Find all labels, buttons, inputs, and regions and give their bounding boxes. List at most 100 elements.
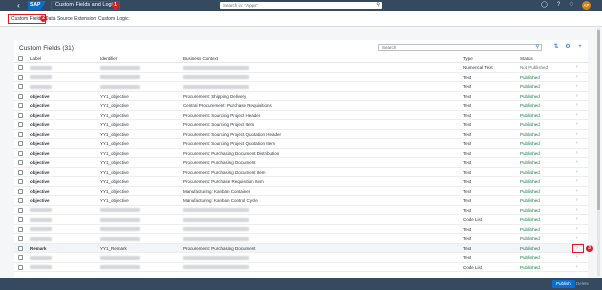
chevron-right-icon[interactable]: › xyxy=(576,225,578,234)
table-row[interactable]: Text Published › xyxy=(14,82,588,92)
chevron-right-icon[interactable]: › xyxy=(576,92,578,101)
search-icon[interactable]: ⚲ xyxy=(376,2,380,9)
row-checkbox[interactable] xyxy=(18,217,23,222)
column-header-status[interactable]: Status xyxy=(520,55,533,62)
cell-identifier: YY1_objective xyxy=(100,160,129,165)
chevron-right-icon[interactable]: › xyxy=(576,177,578,186)
row-checkbox[interactable] xyxy=(18,84,23,89)
table-row[interactable]: objective YY1_objective Procurement: Purch… xyxy=(14,168,588,177)
sap-logo[interactable]: SAP xyxy=(28,1,46,10)
help-icon[interactable]: ? xyxy=(555,2,562,9)
add-icon[interactable]: + xyxy=(576,43,584,51)
table-row[interactable]: Text Published › xyxy=(14,253,588,263)
row-checkbox[interactable] xyxy=(18,245,23,251)
row-checkbox[interactable] xyxy=(18,141,23,146)
table-row[interactable]: objective YY1_objective Central Procuremen… xyxy=(14,101,588,111)
cell-label: objective xyxy=(30,198,50,203)
chevron-right-icon[interactable]: › xyxy=(576,253,578,262)
gear-icon[interactable]: ⚙ xyxy=(564,43,572,51)
table-row[interactable]: objective YY1_objective Procurement: Sourc… xyxy=(14,139,588,149)
table-row[interactable]: objective YY1_objective Manufacturing: Kan… xyxy=(14,196,588,206)
column-header-business-context[interactable]: Business Context xyxy=(183,55,218,62)
chevron-right-icon[interactable]: › xyxy=(576,63,578,72)
row-checkbox[interactable] xyxy=(18,255,23,260)
cell-label: objective xyxy=(30,103,50,108)
table-row[interactable]: objective YY1_objective Procurement: Sourc… xyxy=(14,130,588,139)
cell-business-context: Procurement: Purchasing Document xyxy=(183,160,256,165)
sort-icon[interactable]: ⇅ xyxy=(552,43,560,51)
table-row[interactable]: objective YY1_objective Procurement: Sourc… xyxy=(14,120,588,130)
search-icon[interactable]: ⚲ xyxy=(535,44,539,50)
chevron-right-icon[interactable]: › xyxy=(576,263,578,272)
table-row[interactable]: objective YY1_objective Procurement: Purch… xyxy=(14,149,588,158)
chevron-right-icon[interactable]: › xyxy=(576,158,578,167)
annotation-marker-1: 1 xyxy=(112,2,119,9)
row-checkbox[interactable] xyxy=(18,74,23,80)
table-row[interactable]: objective YY1_objective Procurement: Sourc… xyxy=(14,111,588,120)
tab-bar: Custom Fields 2 Data Source Extension Cu… xyxy=(0,11,602,27)
table-row[interactable]: Text Published › xyxy=(14,234,588,244)
chevron-right-icon[interactable]: › xyxy=(576,187,578,196)
tab-data-source-extension[interactable]: Data Source Extension xyxy=(45,16,96,22)
row-checkbox[interactable] xyxy=(18,226,23,232)
row-checkbox[interactable] xyxy=(18,112,23,118)
row-checkbox[interactable] xyxy=(18,93,23,99)
bulb-icon[interactable]: ◯ xyxy=(541,2,548,9)
chevron-right-icon[interactable]: › xyxy=(576,168,578,177)
chevron-right-icon[interactable]: › xyxy=(576,234,578,243)
table-row[interactable]: objective YY1_objective Procurement: Purch… xyxy=(14,158,588,168)
chevron-right-icon[interactable]: › xyxy=(576,111,578,120)
chevron-right-icon[interactable]: › xyxy=(576,139,578,148)
redacted-business-context xyxy=(183,236,249,241)
chevron-right-icon[interactable]: › xyxy=(576,244,578,253)
row-checkbox[interactable] xyxy=(18,169,23,175)
chevron-right-icon[interactable]: › xyxy=(576,206,578,215)
app-title[interactable]: Custom Fields and Logic xyxy=(51,1,120,10)
chevron-right-icon[interactable]: › xyxy=(576,120,578,129)
chevron-right-icon[interactable]: › xyxy=(576,101,578,110)
row-checkbox[interactable] xyxy=(18,122,23,127)
scrollbar-thumb[interactable] xyxy=(597,30,600,210)
row-checkbox[interactable] xyxy=(18,198,23,203)
column-header-type[interactable]: Type xyxy=(463,55,473,62)
bell-icon[interactable]: ♢ xyxy=(568,2,575,9)
table-row[interactable]: objective YY1_objective Procurement: Purch… xyxy=(14,177,588,187)
row-checkbox[interactable] xyxy=(18,131,23,137)
avatar[interactable]: AP xyxy=(582,1,591,10)
column-header-label[interactable]: Label xyxy=(30,55,41,62)
tab-custom-logic[interactable]: Custom Logic xyxy=(98,16,129,22)
row-checkbox[interactable] xyxy=(18,207,23,213)
select-all-checkbox[interactable] xyxy=(18,56,23,61)
redacted-label xyxy=(30,208,52,212)
chevron-right-icon[interactable]: › xyxy=(576,196,578,205)
row-checkbox[interactable] xyxy=(18,264,23,270)
row-checkbox[interactable] xyxy=(18,160,23,165)
table-row[interactable]: Code List Published › xyxy=(14,215,588,225)
table-row[interactable]: Text Published › xyxy=(14,225,588,234)
chevron-right-icon[interactable]: › xyxy=(576,73,578,82)
table-row[interactable]: Remark YY1_Remark Procurement: Purchasing … xyxy=(14,243,593,253)
table-row[interactable]: Text Published › xyxy=(14,73,588,82)
cell-status: Published xyxy=(520,160,540,165)
row-checkbox[interactable] xyxy=(18,103,23,108)
table-row[interactable]: Numerical Text Not Published › xyxy=(14,63,588,73)
table-row[interactable]: Code List Published › xyxy=(14,263,588,272)
chevron-right-icon[interactable]: › xyxy=(576,130,578,139)
table-row[interactable]: objective YY1_objective Procurement: Shipp… xyxy=(14,92,588,101)
row-checkbox[interactable] xyxy=(18,150,23,156)
row-checkbox[interactable] xyxy=(18,65,23,70)
row-checkbox[interactable] xyxy=(18,236,23,241)
delete-button[interactable]: Delete xyxy=(572,280,593,288)
column-header-identifier[interactable]: Identifier xyxy=(100,55,117,62)
chevron-right-icon[interactable]: › xyxy=(576,215,578,224)
chevron-right-icon[interactable]: › xyxy=(576,82,578,91)
row-checkbox[interactable] xyxy=(18,188,23,194)
table-row[interactable]: objective YY1_objective Manufacturing: Kan… xyxy=(14,187,588,196)
redacted-identifier xyxy=(100,236,140,241)
chevron-right-icon[interactable]: › xyxy=(576,149,578,158)
table-search-input[interactable]: Search ⚲ xyxy=(378,44,542,51)
table-row[interactable]: Text Published › xyxy=(14,206,588,215)
row-checkbox[interactable] xyxy=(18,179,23,184)
back-arrow-icon[interactable]: ‹ xyxy=(14,1,23,10)
shell-search-input[interactable]: Search in: "Apps" ⚲ xyxy=(220,2,382,9)
